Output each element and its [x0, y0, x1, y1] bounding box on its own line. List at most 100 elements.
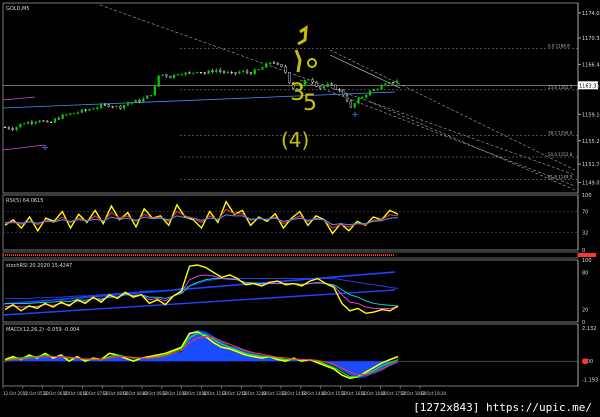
- candle-body: [242, 70, 245, 72]
- candle-body: [199, 72, 203, 74]
- macd-pane: MACD(12,26,2) -0.059 -0.0042.1320.00-1.1…: [2, 323, 598, 387]
- candle-body: [123, 104, 126, 109]
- candle-body: [368, 90, 372, 96]
- candle-body: [146, 95, 149, 99]
- stoch-tick-label: 20: [582, 308, 588, 314]
- candle-body: [315, 82, 318, 87]
- watermark: [1272x843] https://upic.me/: [409, 400, 596, 415]
- channel-line: [329, 49, 576, 171]
- macd-tick-label: -1.193: [582, 378, 598, 384]
- candle-body: [169, 75, 172, 79]
- candle-body: [46, 120, 49, 123]
- price-tick-label: 1170.35: [582, 36, 600, 42]
- candle-body: [257, 69, 260, 71]
- candle-body: [161, 74, 164, 76]
- candle-body: [34, 121, 37, 124]
- trend-line-magenta: [3, 144, 46, 151]
- fib-level-label: 38.2 1156.0: [548, 130, 573, 135]
- wave-label-4: (4): [281, 128, 309, 152]
- candle-body: [318, 86, 322, 89]
- candle-body: [361, 96, 364, 99]
- reversal-marker: ✛: [42, 144, 48, 152]
- rsi-pane: RSI(5) 64.061510070320: [2, 193, 596, 259]
- pane-frame: [2, 259, 579, 323]
- candle-body: [192, 72, 195, 74]
- price-pane-title: GOLD,M5: [6, 6, 30, 12]
- candle-body: [88, 109, 91, 111]
- wave-label-5: 5: [303, 91, 317, 116]
- candle-body: [276, 62, 279, 65]
- candle-body: [176, 74, 180, 76]
- candle-body: [99, 104, 103, 109]
- candle-body: [345, 94, 349, 102]
- candle-body: [272, 62, 276, 64]
- candle-body: [38, 120, 41, 123]
- candle-body: [249, 72, 253, 75]
- stoch-tick-label: 100: [582, 258, 592, 264]
- candle-body: [115, 105, 118, 107]
- candle-body: [73, 113, 76, 115]
- candle-body: [157, 75, 160, 87]
- candles: [3, 60, 399, 132]
- candle-body: [188, 72, 191, 74]
- candle-body: [26, 121, 30, 124]
- price-tick-label: 1174.05: [582, 11, 600, 17]
- rsi-tick-label: 32: [582, 230, 588, 236]
- candle-body: [19, 123, 22, 128]
- candle-body: [30, 121, 33, 124]
- candle-body: [395, 80, 399, 84]
- candle-body: [165, 74, 168, 77]
- candle-body: [119, 105, 122, 109]
- separator-tag: [578, 253, 596, 257]
- channel-lines: [3, 4, 576, 191]
- candle-body: [338, 89, 341, 91]
- current-price-label: 1163.37: [579, 83, 600, 89]
- candle-body: [84, 109, 87, 111]
- rsi-series-line: [4, 208, 399, 229]
- candle-body: [322, 86, 326, 89]
- fib-level-label: 50.0 1152.8: [548, 152, 573, 157]
- wave-annotation-mark: [294, 49, 302, 73]
- price-tick-label: 1149.05: [582, 180, 600, 186]
- candle-body: [103, 104, 107, 106]
- candle-body: [172, 74, 176, 79]
- candle-body: [392, 82, 395, 84]
- candle-body: [349, 100, 352, 108]
- fib-level-label: 0.0 1168.8: [548, 43, 570, 48]
- stoch-rsi-pane: stochRSI 20.2020 15.4247 100 80 20 0: [2, 258, 592, 326]
- candle-body: [326, 83, 329, 87]
- stoch-title: stochRSI 20.2020 15.4247: [6, 263, 72, 269]
- candle-body: [153, 86, 156, 96]
- channel-line: [99, 4, 576, 176]
- candle-body: [376, 88, 379, 90]
- candle-body: [280, 64, 283, 67]
- candle-body: [365, 94, 368, 98]
- candle-body: [7, 127, 10, 129]
- candle-body: [11, 128, 14, 131]
- price-tick-label: 1155.20: [582, 139, 600, 145]
- candle-body: [65, 114, 68, 116]
- candle-body: [245, 70, 249, 73]
- candle-body: [238, 71, 241, 74]
- fib-level-label: 23.6 1162.7: [548, 85, 573, 90]
- price-tick-label: 1166.45: [582, 62, 600, 68]
- candle-body: [330, 83, 333, 86]
- time-axis: 12 Oct 201512 Oct 05:2012 Oct 06:0012 Oc…: [2, 386, 447, 396]
- reversal-marker: ✛: [352, 111, 358, 119]
- candle-body: [226, 72, 229, 74]
- candle-body: [380, 85, 383, 90]
- candle-body: [69, 113, 72, 115]
- candle-body: [180, 74, 183, 76]
- time-tick-label: 12 Oct 19:20: [420, 391, 447, 396]
- macd-title: MACD(12,26,2) -0.059 -0.004: [6, 327, 79, 333]
- pane-frame: [2, 323, 579, 387]
- wave-annotation-top: [297, 25, 308, 46]
- rsi-tick-label: 70: [582, 210, 588, 216]
- stoch-tick-label: 80: [582, 270, 588, 276]
- candle-body: [126, 103, 130, 106]
- candle-body: [211, 70, 214, 72]
- price-pane: GOLD,M5 1174.05 1170.35 1166.45 1163.37 1159.…: [2, 2, 600, 194]
- candle-body: [269, 62, 272, 64]
- candle-body: [134, 99, 137, 103]
- candle-body: [23, 123, 26, 125]
